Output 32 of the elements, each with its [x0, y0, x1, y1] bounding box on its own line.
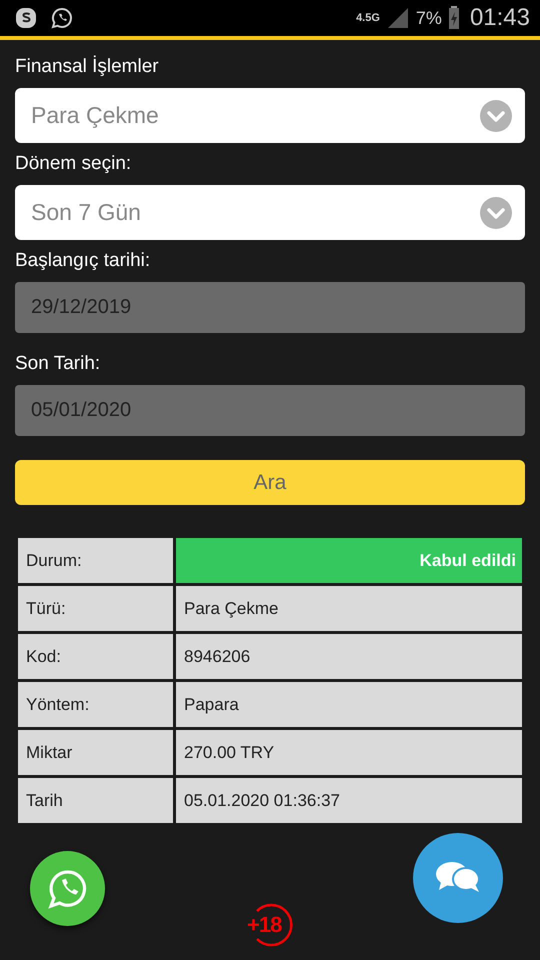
battery-percent: 7% [416, 8, 442, 28]
chevron-down-icon [480, 100, 512, 132]
field-label: Finansal İşlemler [15, 56, 160, 78]
table-cell: Kod: [18, 634, 173, 679]
age-restriction-badge: +18 [247, 903, 293, 947]
table-cell: Para Çekme [176, 586, 522, 631]
battery-icon [448, 6, 460, 30]
table-cell: Yöntem: [18, 682, 173, 727]
field-label: Son Tarih: [15, 353, 102, 375]
field-label: Başlangıç tarihi: [15, 250, 152, 272]
dropdown-field[interactable]: Para Çekme [15, 88, 525, 143]
table-cell: Durum: [18, 538, 173, 583]
signal-icon [386, 6, 410, 30]
clock-time: 01:43 [470, 4, 530, 32]
table-cell: Miktar [18, 730, 173, 775]
search-button[interactable]: Ara [15, 460, 525, 505]
skype-icon [14, 6, 38, 30]
field-label: Dönem seçin: [15, 153, 132, 175]
table-cell: Papara [176, 682, 522, 727]
whatsapp-icon [50, 6, 74, 30]
chat-bubbles-icon [435, 861, 481, 895]
date-field[interactable]: 05/01/2020 [15, 385, 525, 436]
table-cell: 05.01.2020 01:36:37 [176, 778, 522, 823]
status-cell: Kabul edildi [176, 538, 522, 583]
table-cell: 8946206 [176, 634, 522, 679]
table-cell: Tarih [18, 778, 173, 823]
dropdown-field[interactable]: Son 7 Gün [15, 185, 525, 240]
table-cell: Türü: [18, 586, 173, 631]
date-field[interactable]: 29/12/2019 [15, 282, 525, 333]
network-type: 4.5G [356, 12, 380, 24]
chevron-down-icon [480, 196, 512, 228]
table-cell: 270.00 TRY [176, 730, 522, 775]
